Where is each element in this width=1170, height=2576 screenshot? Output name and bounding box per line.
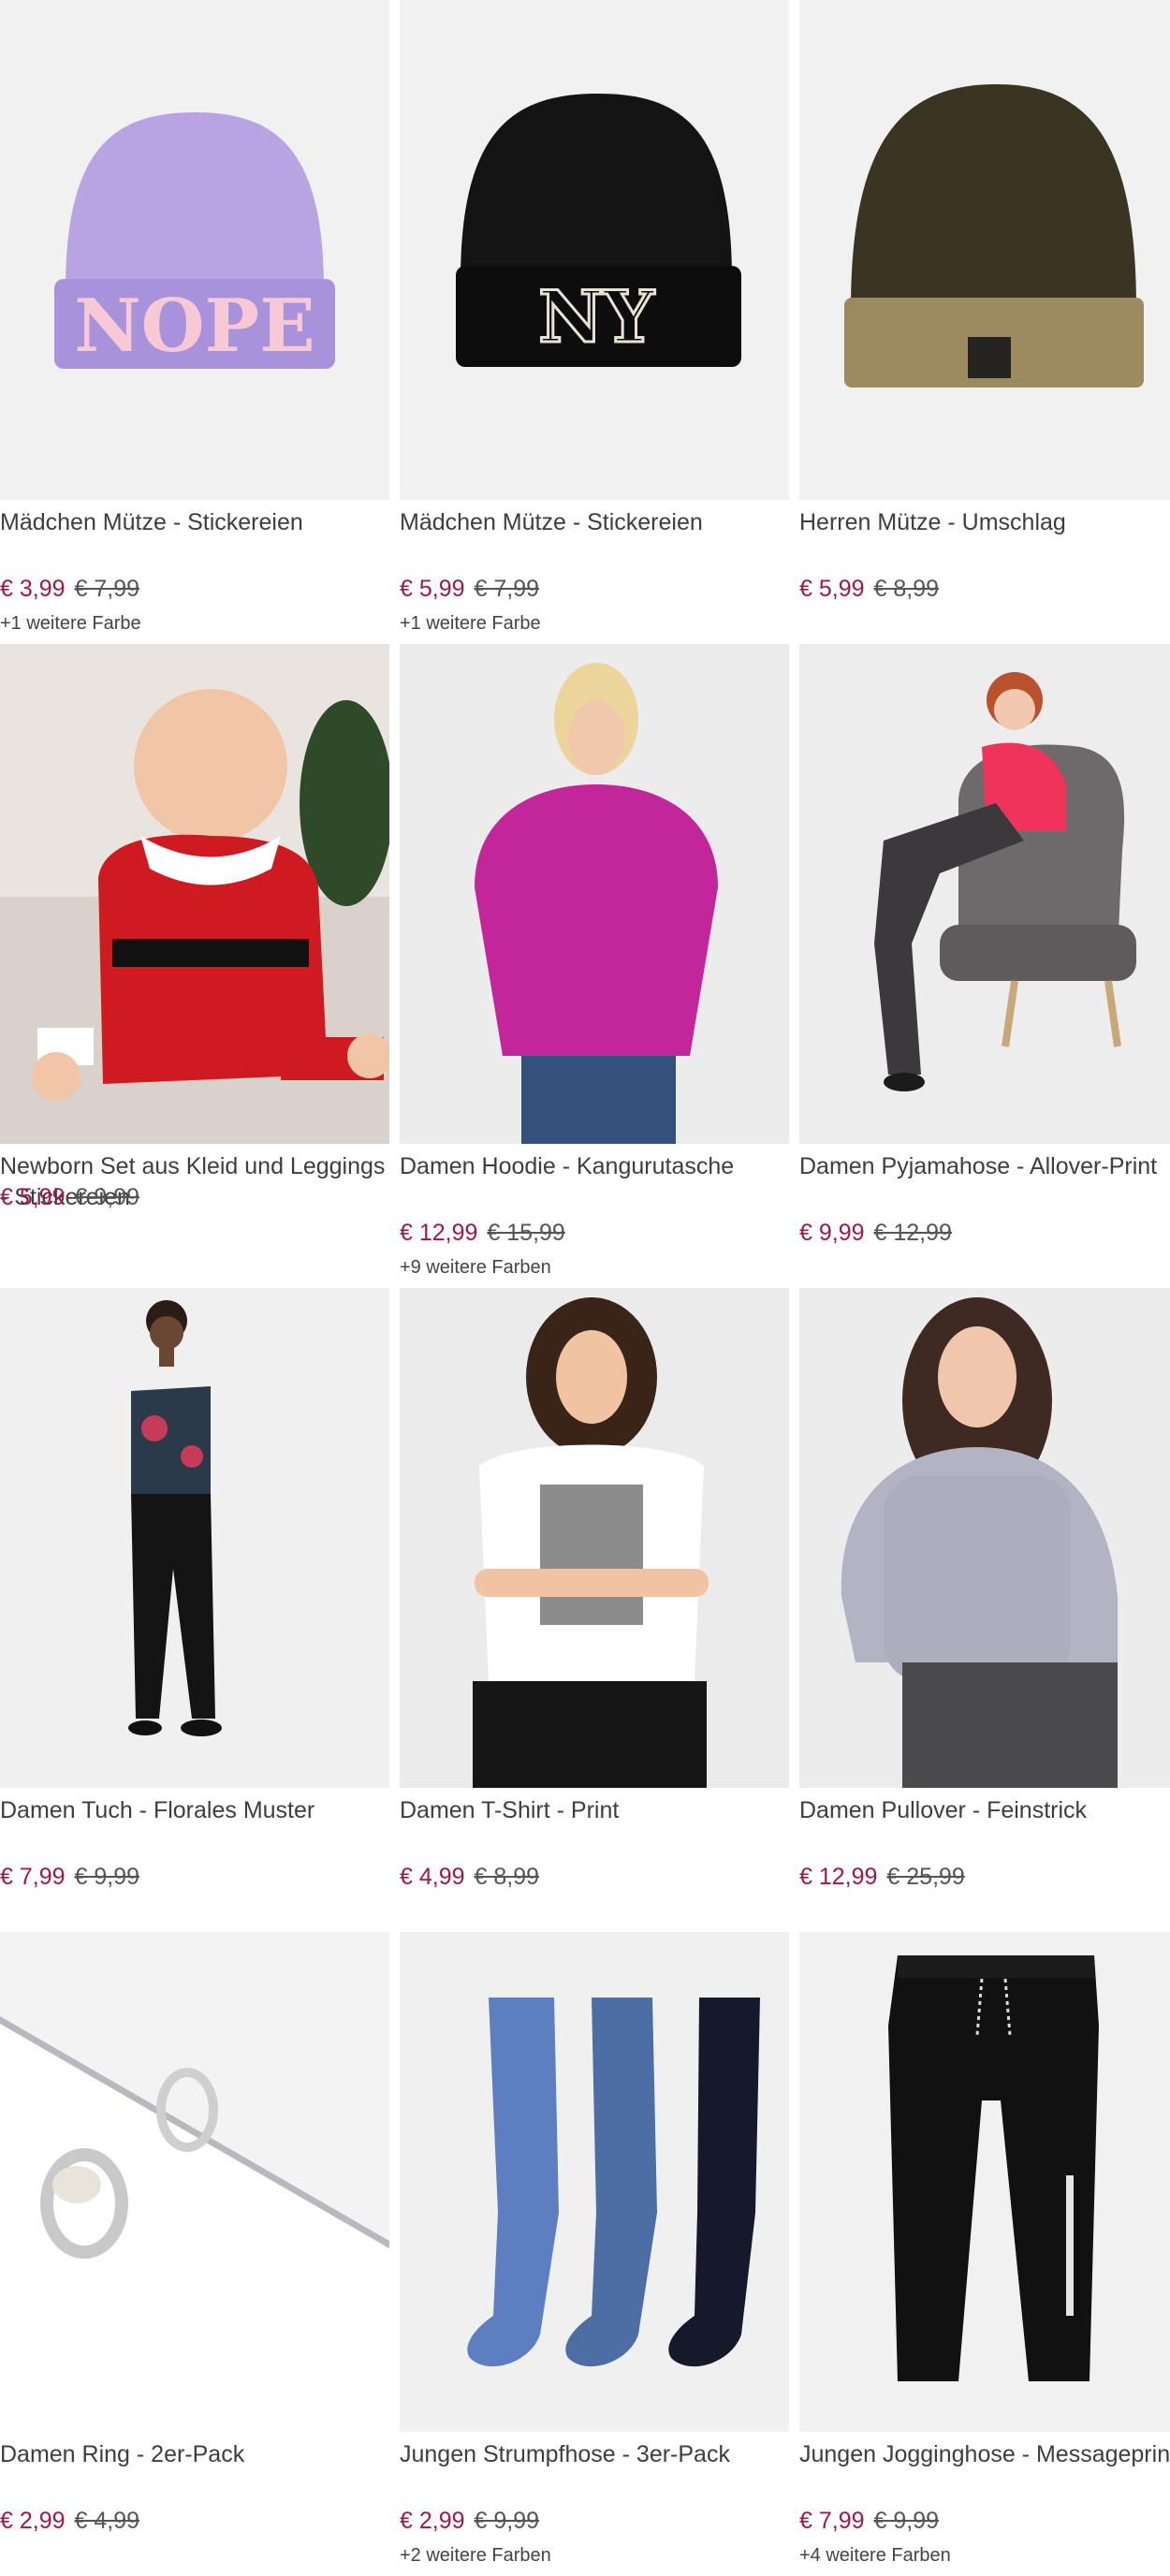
product-title[interactable]: Damen Hoodie - Kangurutasche xyxy=(400,1151,793,1182)
joggers-image xyxy=(799,1932,1170,2432)
old-price: € 8,99 xyxy=(474,1864,540,1890)
price-row: € 7,99 € 9,99 xyxy=(799,2506,939,2536)
product-title[interactable]: Jungen Jogginghose - Messageprint xyxy=(799,2439,1170,2470)
product-image[interactable] xyxy=(0,1932,389,2432)
old-price: € 25,99 xyxy=(886,1864,965,1890)
sale-price: € 2,99 xyxy=(400,2508,465,2534)
sale-price: € 5,99 xyxy=(400,576,465,602)
product-image[interactable] xyxy=(0,1288,389,1788)
product-title[interactable]: Herren Mütze - Umschlag xyxy=(799,507,1170,538)
old-price: € 7,99 xyxy=(74,576,140,602)
product-card[interactable]: Jungen Strumpfhose - 3er-Pack € 2,99 € 9,… xyxy=(400,1932,789,2576)
more-colors[interactable]: +9 weitere Farben xyxy=(400,1255,551,1280)
price-row: € 4,99 € 8,99 xyxy=(400,1862,539,1892)
product-image[interactable] xyxy=(0,644,389,1144)
hoodie-image xyxy=(400,644,789,1144)
sale-price: € 7,99 xyxy=(799,2508,865,2534)
product-title[interactable]: Mädchen Mütze - Stickereien xyxy=(400,507,793,538)
product-image[interactable]: NY xyxy=(400,0,789,500)
price-row: € 9,99 € 12,99 xyxy=(799,1218,952,1248)
old-price: € 9,99 xyxy=(873,2508,940,2534)
tshirt-image xyxy=(400,1288,789,1788)
beanie-lettering: NY xyxy=(538,275,654,359)
old-price: € 12,99 xyxy=(873,1220,952,1246)
pyjama-image xyxy=(799,644,1170,1144)
rings-image xyxy=(0,1932,389,2432)
price-row: € 12,99 € 15,99 xyxy=(400,1218,565,1248)
sale-price: € 12,99 xyxy=(799,1864,878,1890)
more-colors[interactable]: +1 weitere Farbe xyxy=(400,611,541,636)
old-price: € 7,99 xyxy=(474,576,540,602)
product-card[interactable]: Damen Ring - 2er-Pack € 2,99 € 4,99 xyxy=(0,1932,389,2576)
product-card[interactable]: Damen T-Shirt - Print € 4,99 € 8,99 xyxy=(400,1288,789,1932)
product-image[interactable] xyxy=(799,0,1170,500)
old-price: € 8,99 xyxy=(873,576,940,602)
price-row: € 3,99 € 7,99 xyxy=(0,574,139,604)
product-image[interactable] xyxy=(400,1932,789,2432)
product-image[interactable] xyxy=(799,644,1170,1144)
product-title[interactable]: Damen Tuch - Florales Muster xyxy=(0,1795,393,1826)
product-image[interactable] xyxy=(799,1288,1170,1788)
more-colors[interactable]: +1 weitere Farbe xyxy=(0,611,141,636)
old-price: € 9,99 xyxy=(74,1184,140,1210)
product-title[interactable]: Damen Pyjamahose - Allover-Print xyxy=(799,1151,1170,1182)
sale-price: € 2,99 xyxy=(0,2508,66,2534)
price-row: € 5,99 € 9,99 xyxy=(0,1182,139,1212)
more-colors[interactable]: +2 weitere Farben xyxy=(400,2543,551,2568)
old-price: € 9,99 xyxy=(474,2508,540,2534)
beanie-image: NOPE xyxy=(0,0,389,500)
price-row: € 2,99 € 4,99 xyxy=(0,2506,139,2536)
product-title[interactable]: Mädchen Mütze - Stickereien xyxy=(0,507,393,538)
sale-price: € 3,99 xyxy=(0,576,66,602)
product-grid: NOPE Mädchen Mütze - Stickereien € 3,99 €… xyxy=(0,0,1170,2576)
product-image[interactable] xyxy=(400,1288,789,1788)
pullover-image xyxy=(799,1288,1170,1788)
baby-image xyxy=(0,644,389,1144)
sale-price: € 4,99 xyxy=(400,1864,465,1890)
product-image[interactable] xyxy=(400,644,789,1144)
beanie-image: NY xyxy=(400,0,789,500)
price-row: € 7,99 € 9,99 xyxy=(0,1862,139,1892)
old-price: € 9,99 xyxy=(74,1864,140,1890)
product-card[interactable]: Damen Tuch - Florales Muster € 7,99 € 9,9… xyxy=(0,1288,389,1932)
sale-price: € 5,99 xyxy=(0,1184,66,1210)
tights-image xyxy=(400,1932,789,2432)
product-title[interactable]: Damen Ring - 2er-Pack xyxy=(0,2439,393,2470)
old-price: € 4,99 xyxy=(74,2508,140,2534)
product-image[interactable] xyxy=(799,1932,1170,2432)
product-title[interactable]: Jungen Strumpfhose - 3er-Pack xyxy=(400,2439,793,2470)
product-title[interactable]: Damen Pullover - Feinstrick xyxy=(799,1795,1170,1826)
scarf-top-image xyxy=(0,1288,389,1788)
product-card[interactable]: NY Mädchen Mütze - Stickereien € 5,99 € 7… xyxy=(400,0,789,644)
product-image[interactable]: NOPE xyxy=(0,0,389,500)
sale-price: € 5,99 xyxy=(799,576,865,602)
sale-price: € 9,99 xyxy=(799,1220,865,1246)
product-card[interactable]: NOPE Mädchen Mütze - Stickereien € 3,99 €… xyxy=(0,0,389,644)
product-card[interactable]: Damen Hoodie - Kangurutasche € 12,99 € 15… xyxy=(400,644,789,1288)
product-card[interactable]: Newborn Set aus Kleid und Leggings - Sti… xyxy=(0,644,389,1288)
price-row: € 5,99 € 8,99 xyxy=(799,574,939,604)
product-title[interactable]: Damen T-Shirt - Print xyxy=(400,1795,793,1826)
product-card[interactable]: Herren Mütze - Umschlag € 5,99 € 8,99 xyxy=(799,0,1170,644)
sale-price: € 7,99 xyxy=(0,1864,66,1890)
sale-price: € 12,99 xyxy=(400,1220,478,1246)
product-card[interactable]: Jungen Jogginghose - Messageprint € 7,99… xyxy=(799,1932,1170,2576)
price-row: € 2,99 € 9,99 xyxy=(400,2506,539,2536)
more-colors[interactable]: +4 weitere Farben xyxy=(799,2543,951,2568)
beanie-lettering: NOPE xyxy=(74,284,314,369)
product-card[interactable]: Damen Pyjamahose - Allover-Print € 9,99 €… xyxy=(799,644,1170,1288)
price-row: € 5,99 € 7,99 xyxy=(400,574,539,604)
price-row: € 12,99 € 25,99 xyxy=(799,1862,965,1892)
old-price: € 15,99 xyxy=(487,1220,565,1246)
product-card[interactable]: Damen Pullover - Feinstrick € 12,99 € 25,… xyxy=(799,1288,1170,1932)
beanie-image xyxy=(799,0,1170,500)
